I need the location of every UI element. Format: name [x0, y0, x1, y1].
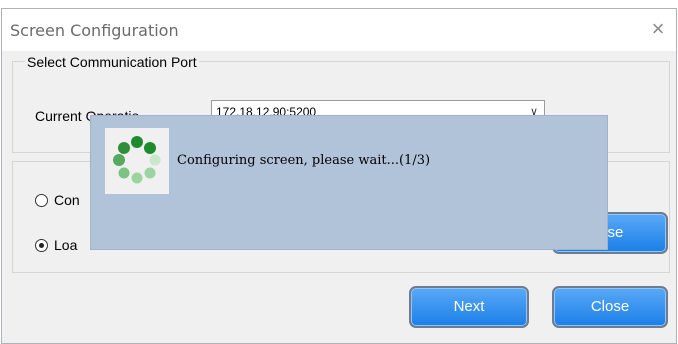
next-button[interactable]: Next [409, 286, 529, 328]
progress-message: Configuring screen, please wait...(1/3) [177, 153, 431, 168]
radio-button-2[interactable] [35, 238, 48, 252]
radio-button-1[interactable] [35, 193, 48, 207]
option-label-2: Loa [54, 237, 78, 253]
option-label-1: Con [54, 192, 80, 208]
option-radio-row-1[interactable]: Con [35, 192, 80, 208]
option-radio-row-2[interactable]: Loa [35, 237, 77, 253]
loading-spinner-icon [105, 128, 169, 194]
progress-overlay: Configuring screen, please wait...(1/3) [91, 116, 607, 249]
communication-port-legend: Select Communication Port [25, 54, 199, 70]
close-icon[interactable]: × [646, 17, 670, 41]
close-button[interactable]: Close [552, 286, 668, 328]
title-bar: Screen Configuration × [2, 9, 676, 51]
dialog-title: Screen Configuration [10, 21, 179, 40]
spinner-svg [113, 136, 161, 184]
